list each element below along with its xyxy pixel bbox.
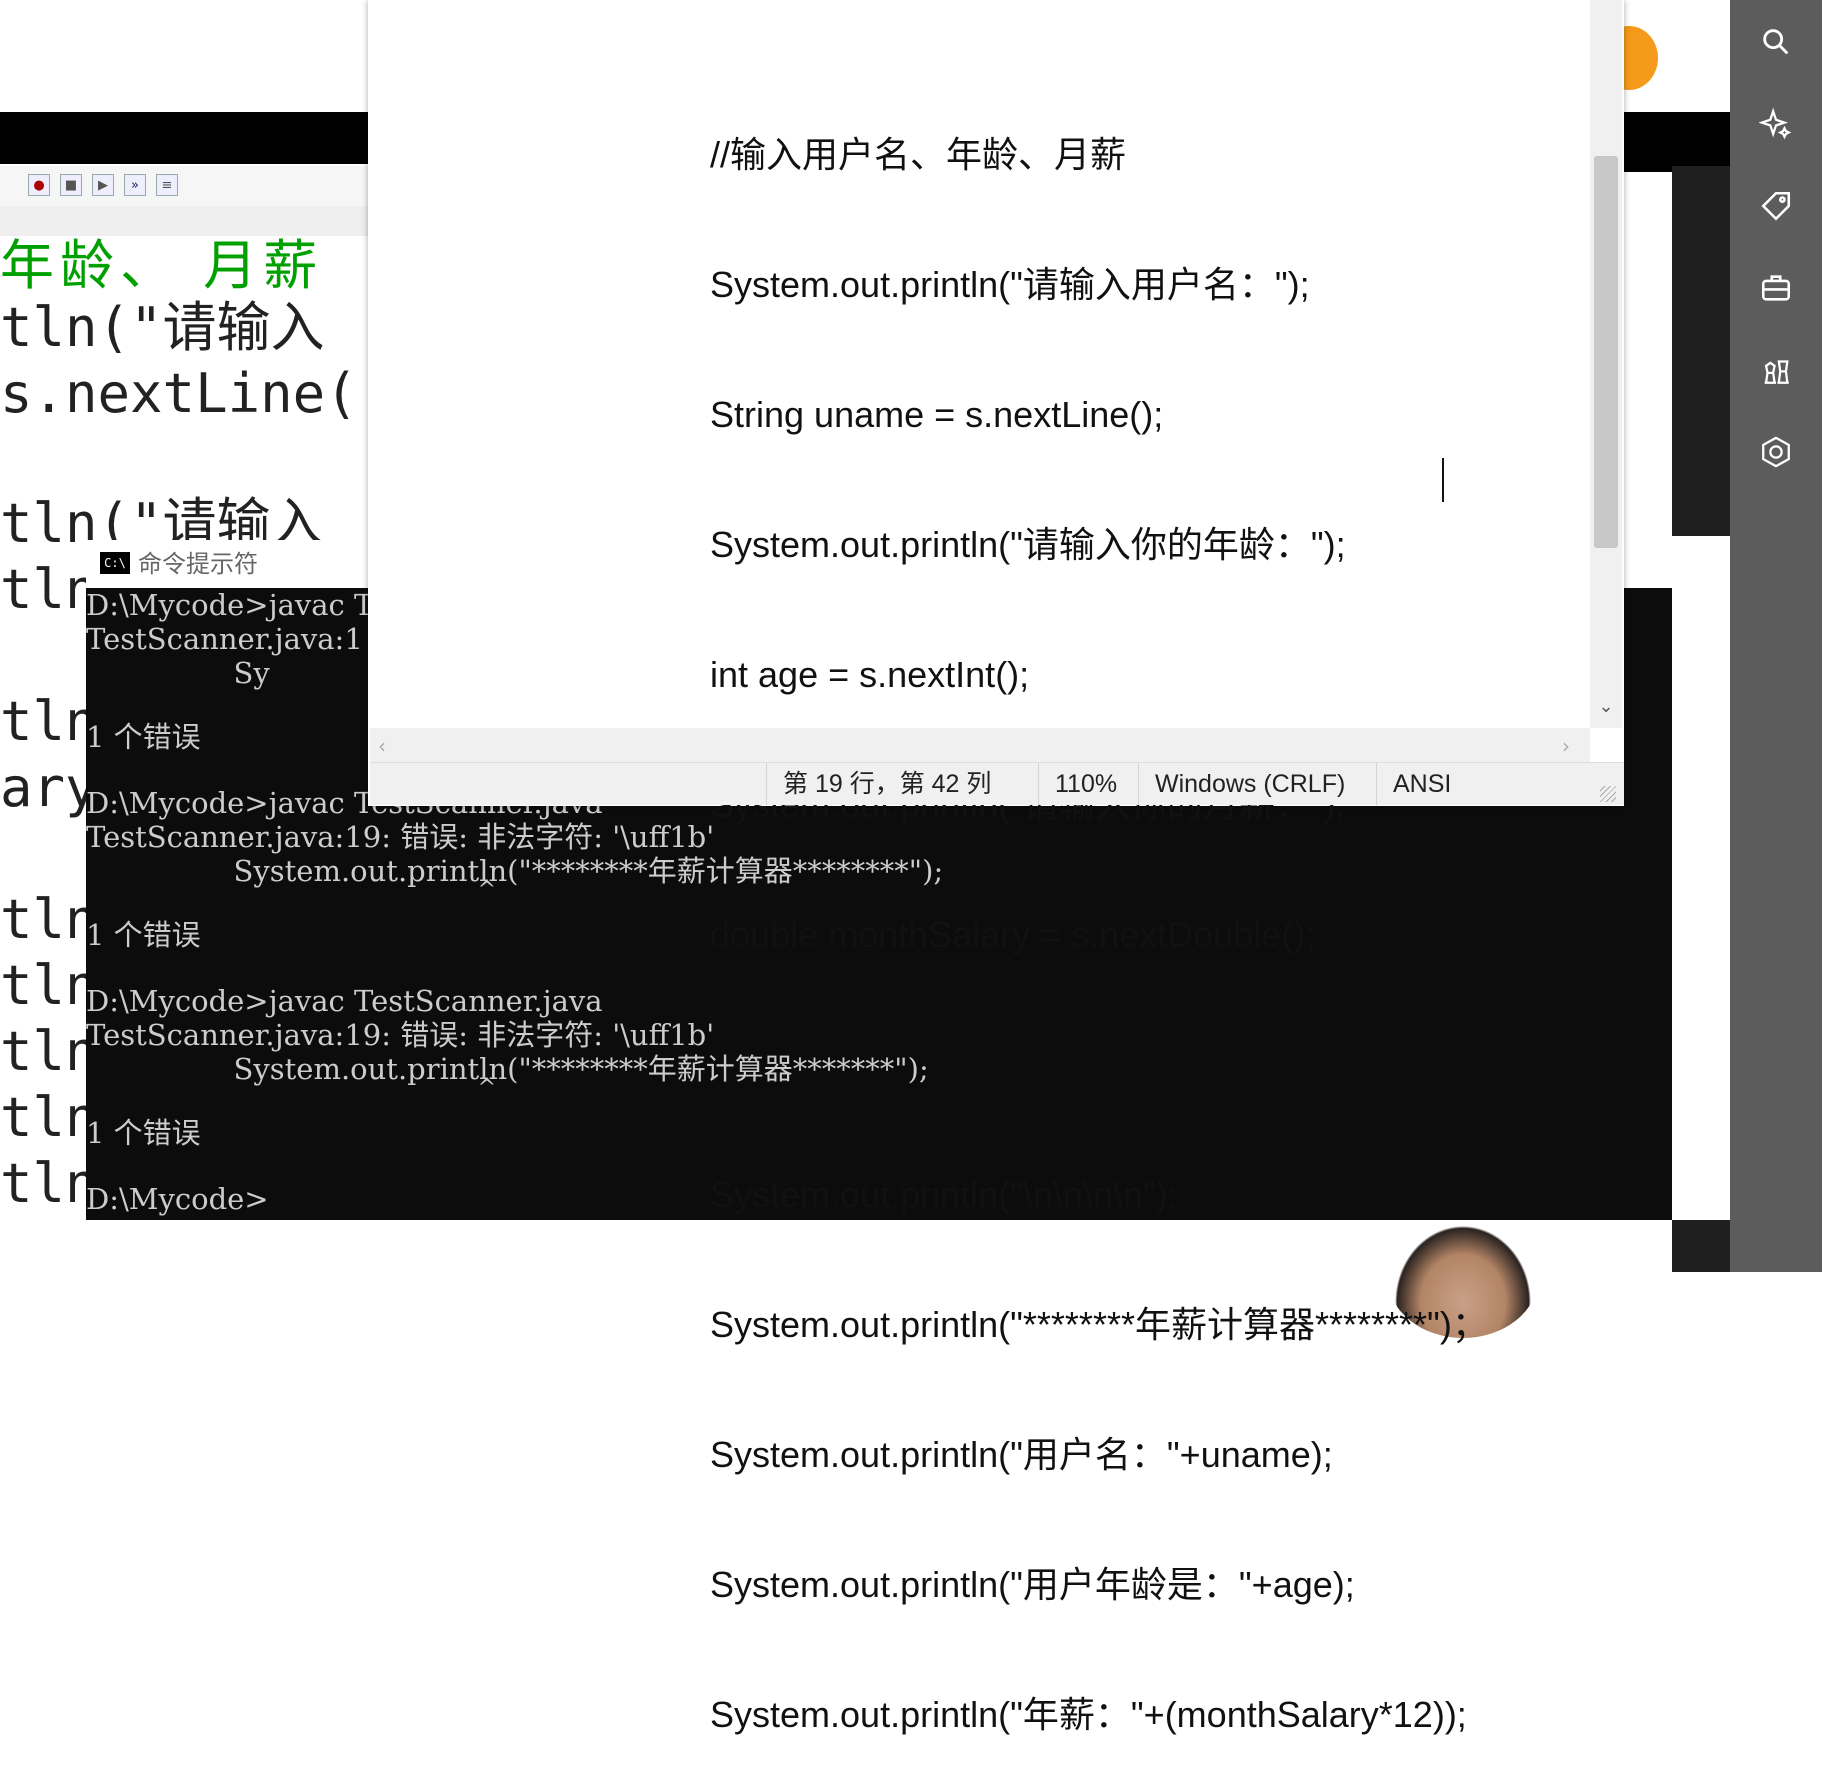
- background-dark-band: [0, 112, 372, 164]
- cmd-icon: C:\: [100, 552, 130, 574]
- editor-line: 年龄、 月薪: [0, 234, 324, 297]
- status-zoom[interactable]: 110%: [1038, 763, 1138, 805]
- horizontal-scrollbar[interactable]: [370, 728, 1590, 762]
- console-line: ^: [86, 1076, 497, 1101]
- notepad-line: System.out.println("年薪："+(monthSalary*12…: [710, 1694, 1467, 1735]
- apps-icon[interactable]: [1752, 428, 1800, 476]
- status-cursor-position: 第 19 行，第 42 列: [766, 763, 1038, 805]
- play-icon[interactable]: ▶: [92, 174, 114, 196]
- tag-icon[interactable]: [1752, 182, 1800, 230]
- editor-line: tln: [0, 1086, 98, 1149]
- chess-icon[interactable]: [1752, 346, 1800, 394]
- background-dark-panel: [1672, 166, 1730, 536]
- notepad-text-area[interactable]: //输入用户名、年龄、月薪 System.out.println("请输入用户名…: [710, 48, 1488, 1780]
- macro-list-icon[interactable]: ≡: [156, 174, 178, 196]
- search-icon[interactable]: [1752, 18, 1800, 66]
- console-line: TestScanner.java:19: 错误: 非法字符: '\uff1b': [86, 820, 715, 854]
- console-line: TestScanner.java:19: 错误: 非法字符: '\uff1b': [86, 1018, 715, 1052]
- background-dark-panel-bottom: [1672, 1220, 1730, 1272]
- status-bar: 第 19 行，第 42 列 110% Windows (CRLF) ANSI: [370, 762, 1624, 805]
- notepad-line: System.out.println("请输入用户名：");: [710, 264, 1310, 305]
- notepad-line: String uname = s.nextLine();: [710, 394, 1164, 435]
- toolbox-icon[interactable]: [1752, 264, 1800, 312]
- editor-line: tln: [0, 690, 98, 753]
- console-prompt: D:\Mycode>: [86, 1182, 269, 1216]
- console-line: 1 个错误: [86, 918, 201, 952]
- notepad-line: System.out.println("请输入你的年龄：");: [710, 524, 1346, 565]
- fast-forward-icon[interactable]: »: [124, 174, 146, 196]
- notepad-line: System.out.println("用户年龄是："+age);: [710, 1564, 1355, 1605]
- editor-line: tln: [0, 1020, 98, 1083]
- cmd-title: 命令提示符: [138, 550, 258, 578]
- console-line: 1 个错误: [86, 720, 201, 754]
- editor-line: tln: [0, 1152, 98, 1215]
- status-encoding: ANSI: [1376, 763, 1576, 805]
- record-icon[interactable]: ●: [28, 174, 50, 196]
- console-line: Sy: [86, 656, 270, 690]
- notepad-line: //输入用户名、年龄、月薪: [710, 134, 1127, 175]
- notepad-line: [710, 1042, 1488, 1088]
- notepad-line: double monthSalary = s.nextDouble();: [710, 914, 1316, 955]
- console-line: ^: [86, 878, 497, 903]
- sparkle-icon[interactable]: [1752, 100, 1800, 148]
- editor-ruler: [0, 206, 372, 237]
- text-caret: [1442, 458, 1444, 502]
- editor-line: tln("请输入: [0, 296, 325, 359]
- editor-line: tln: [0, 888, 98, 951]
- vertical-scrollbar-thumb[interactable]: [1594, 156, 1618, 548]
- notepad-line: int age = s.nextInt();: [710, 654, 1030, 695]
- console-line: 1 个错误: [86, 1116, 201, 1150]
- editor-line: s.nextLine(: [0, 362, 358, 425]
- editor-line: ary: [0, 756, 98, 819]
- scroll-right-icon[interactable]: ›: [1562, 734, 1570, 758]
- status-line-ending: Windows (CRLF): [1138, 763, 1376, 805]
- scroll-left-icon[interactable]: ‹: [378, 734, 386, 758]
- resize-grip[interactable]: [1600, 786, 1616, 802]
- console-line: TestScanner.java:1: [86, 622, 363, 656]
- console-line: D:\Mycode>javac Te: [86, 588, 389, 622]
- editor-toolbar: ● ■ ▶ » ≡: [0, 166, 372, 207]
- stop-icon[interactable]: ■: [60, 174, 82, 196]
- notepad-line: System.out.println("********年薪计算器*******…: [710, 1304, 1488, 1345]
- console-line: D:\Mycode>javac TestScanner.java: [86, 984, 603, 1018]
- notepad-line: System.out.println("用户名："+uname);: [710, 1434, 1333, 1475]
- editor-line: tln: [0, 954, 98, 1017]
- notepad-line: System.out.println("\n\n\n\n");: [710, 1174, 1178, 1215]
- scroll-down-icon[interactable]: ⌄: [1596, 696, 1616, 720]
- editor-line: tln: [0, 558, 98, 621]
